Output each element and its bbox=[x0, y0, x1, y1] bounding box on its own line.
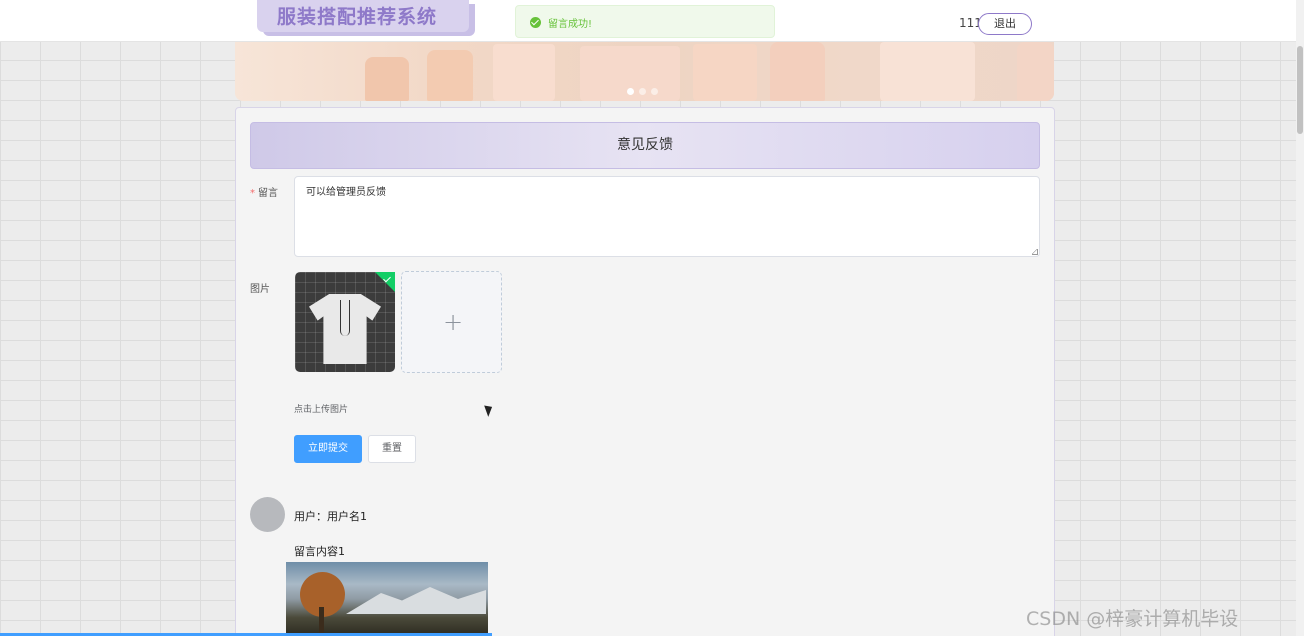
scrollbar-thumb[interactable] bbox=[1297, 46, 1303, 134]
app-logo[interactable]: 服装搭配推荐系统 bbox=[257, 0, 469, 32]
upload-hint: 点击上传图片 bbox=[294, 405, 349, 415]
comment-user: 用户：用户名1 bbox=[294, 510, 367, 523]
banner-product bbox=[365, 57, 409, 101]
banner-product bbox=[880, 42, 975, 101]
comment-image[interactable] bbox=[286, 562, 488, 636]
resize-handle-icon[interactable] bbox=[1032, 249, 1038, 255]
uploaded-image-thumbnail[interactable] bbox=[295, 272, 395, 372]
success-toast: 留言成功! bbox=[515, 5, 775, 38]
carousel-dot[interactable] bbox=[639, 88, 646, 95]
section-title: 意见反馈 bbox=[250, 122, 1040, 169]
message-label: * 留言 bbox=[250, 188, 278, 199]
image-label: 图片 bbox=[250, 284, 270, 295]
submit-button[interactable]: 立即提交 bbox=[294, 435, 362, 463]
banner-product bbox=[770, 42, 825, 101]
banner-product bbox=[427, 50, 473, 101]
mountain-image bbox=[346, 587, 486, 614]
carousel-indicators bbox=[627, 84, 663, 98]
watermark: CSDN @梓豪计算机毕设 bbox=[1026, 608, 1239, 630]
banner-carousel[interactable] bbox=[235, 42, 1054, 101]
toast-message: 留言成功! bbox=[548, 19, 593, 30]
reset-button[interactable]: 重置 bbox=[368, 435, 416, 463]
message-textarea[interactable]: 可以给管理员反馈 bbox=[294, 176, 1040, 257]
comment-content: 留言内容1 bbox=[294, 545, 345, 558]
app-title: 服装搭配推荐系统 bbox=[277, 6, 438, 28]
tree-trunk-image bbox=[319, 607, 324, 636]
upload-trigger[interactable]: + bbox=[401, 271, 502, 373]
logout-button[interactable]: 退出 bbox=[978, 13, 1032, 35]
banner-product bbox=[693, 44, 757, 101]
avatar bbox=[250, 497, 285, 532]
check-circle-icon bbox=[530, 17, 541, 28]
banner-product bbox=[1017, 42, 1054, 101]
plus-icon: + bbox=[443, 308, 464, 336]
banner-product bbox=[493, 44, 555, 101]
carousel-dot[interactable] bbox=[627, 88, 634, 95]
carousel-dot[interactable] bbox=[651, 88, 658, 95]
necklace-image bbox=[340, 300, 350, 336]
